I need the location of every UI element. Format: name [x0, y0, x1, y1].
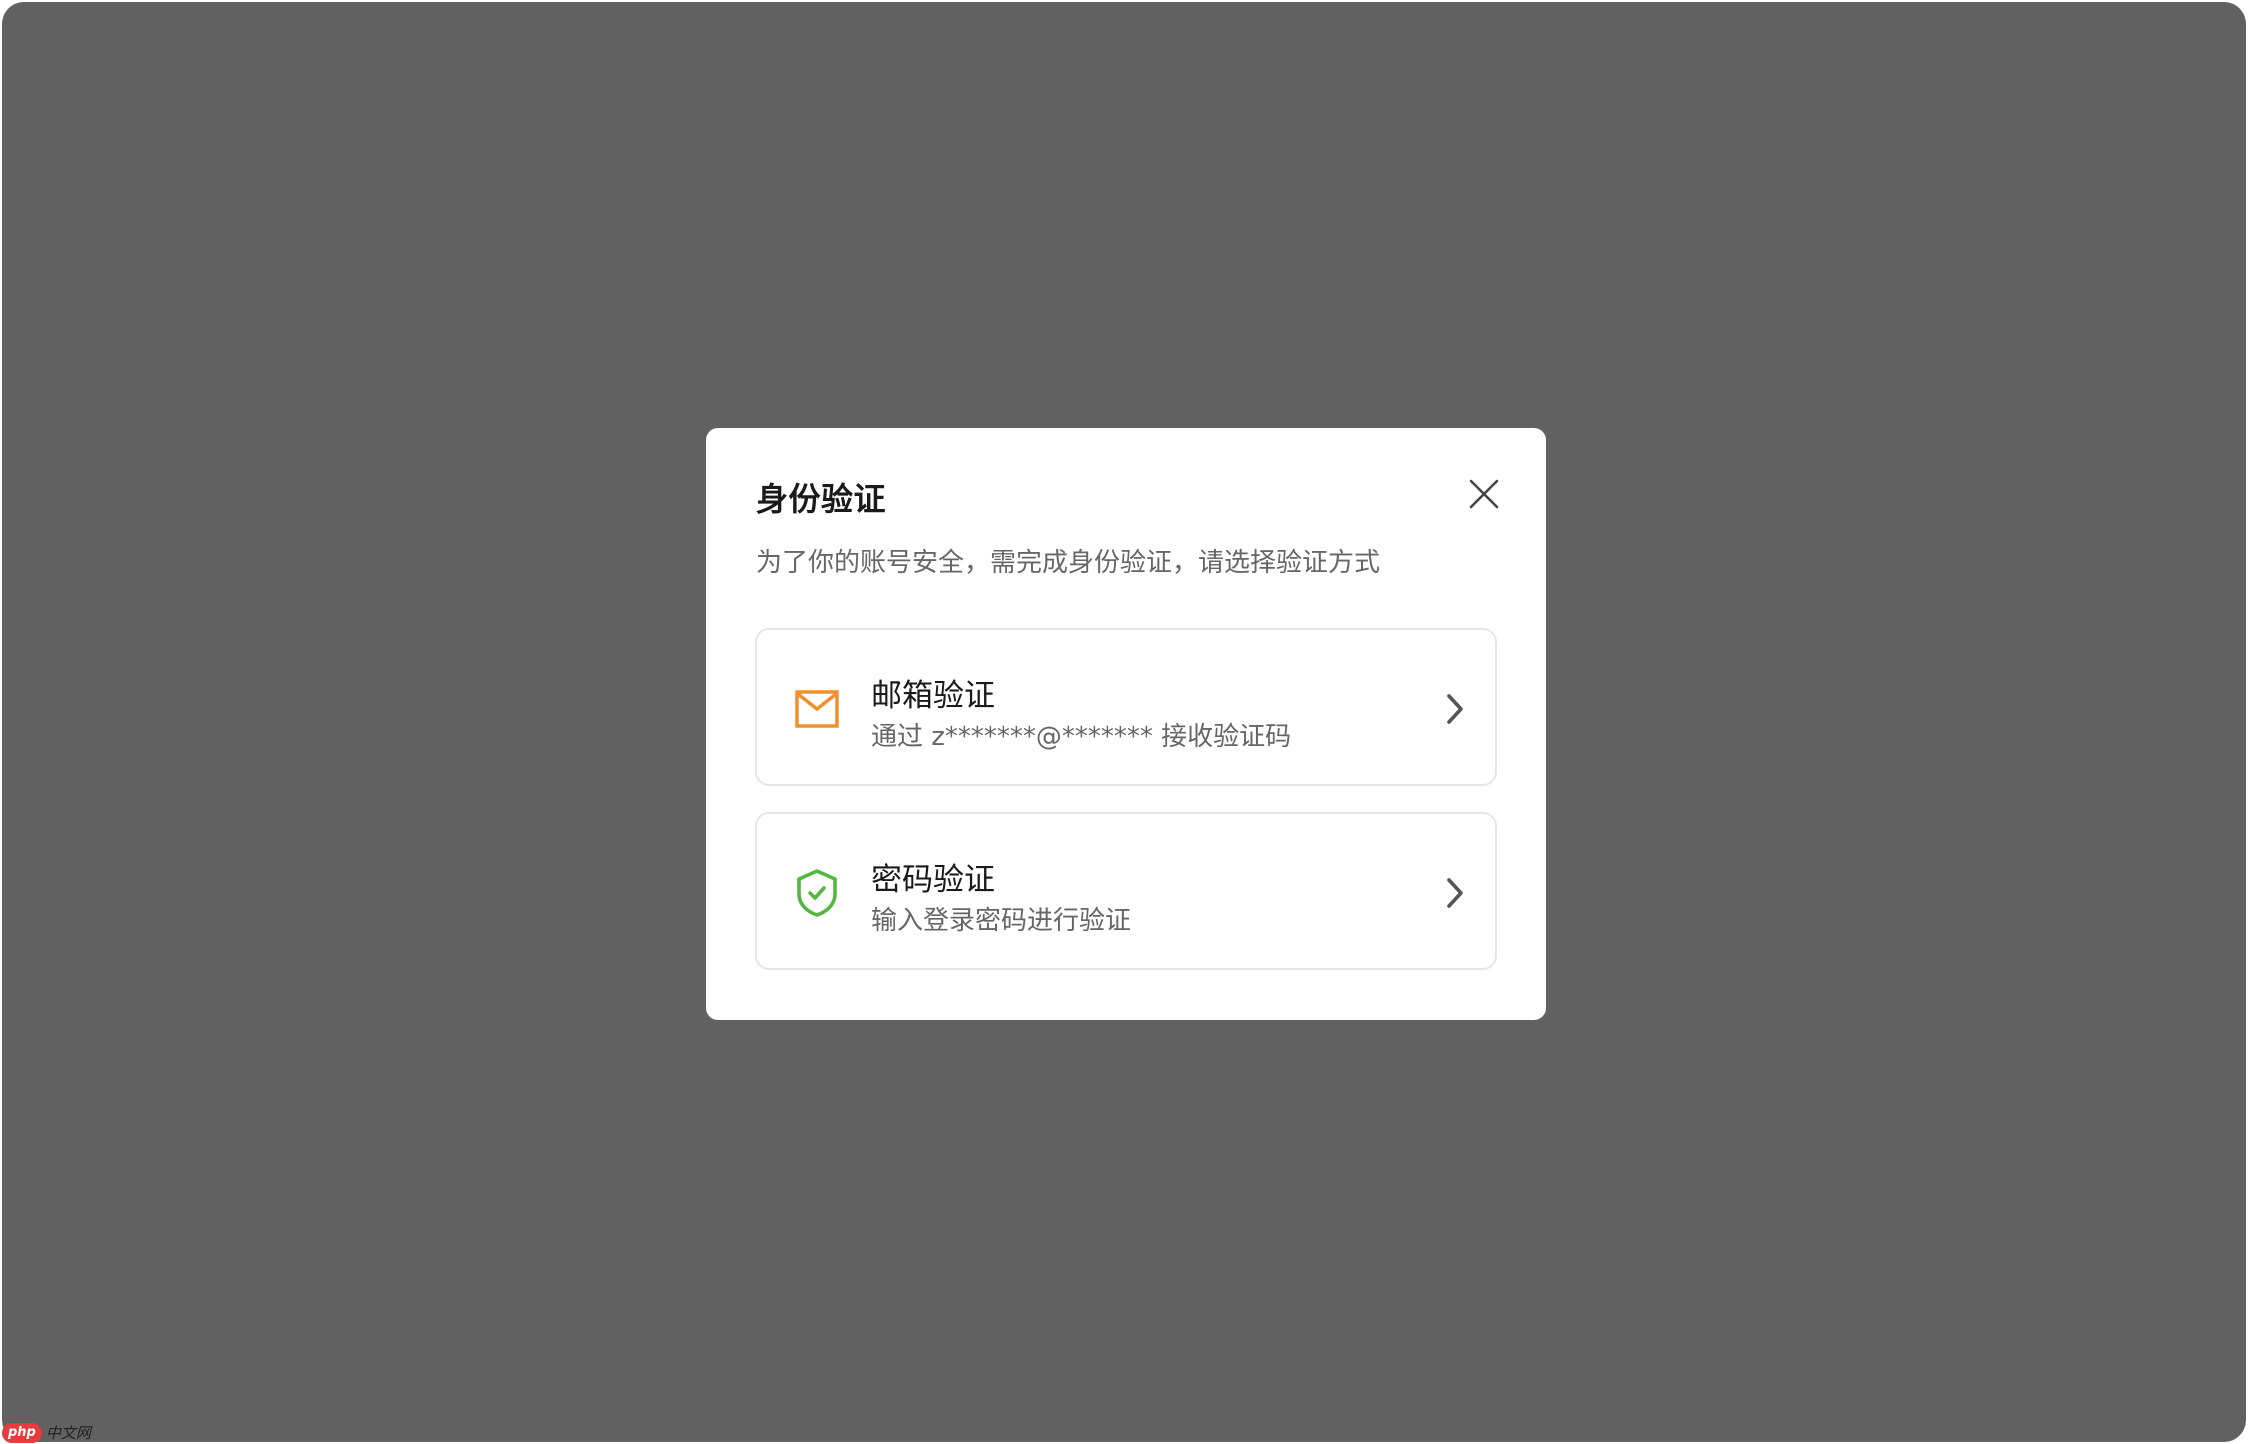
dialog-subtitle: 为了你的账号安全，需完成身份验证，请选择验证方式 [756, 548, 1381, 578]
site-watermark: php 中文网 [2, 1422, 91, 1443]
watermark-text: 中文网 [45, 1424, 91, 1442]
email-option-description: 通过 z*******@******* 接收验证码 [871, 722, 1292, 752]
watermark-badge: php [2, 1422, 42, 1443]
chevron-right-icon [1439, 691, 1471, 727]
identity-verification-dialog: 身份验证 为了你的账号安全，需完成身份验证，请选择验证方式 邮箱验证 通过 z*… [706, 428, 1546, 1020]
mail-icon [793, 685, 841, 733]
password-option-description: 输入登录密码进行验证 [871, 906, 1132, 936]
email-option-title: 邮箱验证 [871, 678, 995, 714]
chevron-right-icon [1439, 875, 1471, 911]
dialog-title: 身份验证 [756, 480, 887, 518]
password-option-title: 密码验证 [871, 862, 995, 898]
close-icon [1469, 479, 1499, 509]
shield-check-icon [793, 869, 841, 917]
password-verification-option[interactable]: 密码验证 输入登录密码进行验证 [755, 812, 1497, 970]
modal-overlay[interactable]: 身份验证 为了你的账号安全，需完成身份验证，请选择验证方式 邮箱验证 通过 z*… [2, 2, 2246, 1442]
email-verification-option[interactable]: 邮箱验证 通过 z*******@******* 接收验证码 [755, 628, 1497, 786]
close-button[interactable] [1464, 474, 1504, 514]
